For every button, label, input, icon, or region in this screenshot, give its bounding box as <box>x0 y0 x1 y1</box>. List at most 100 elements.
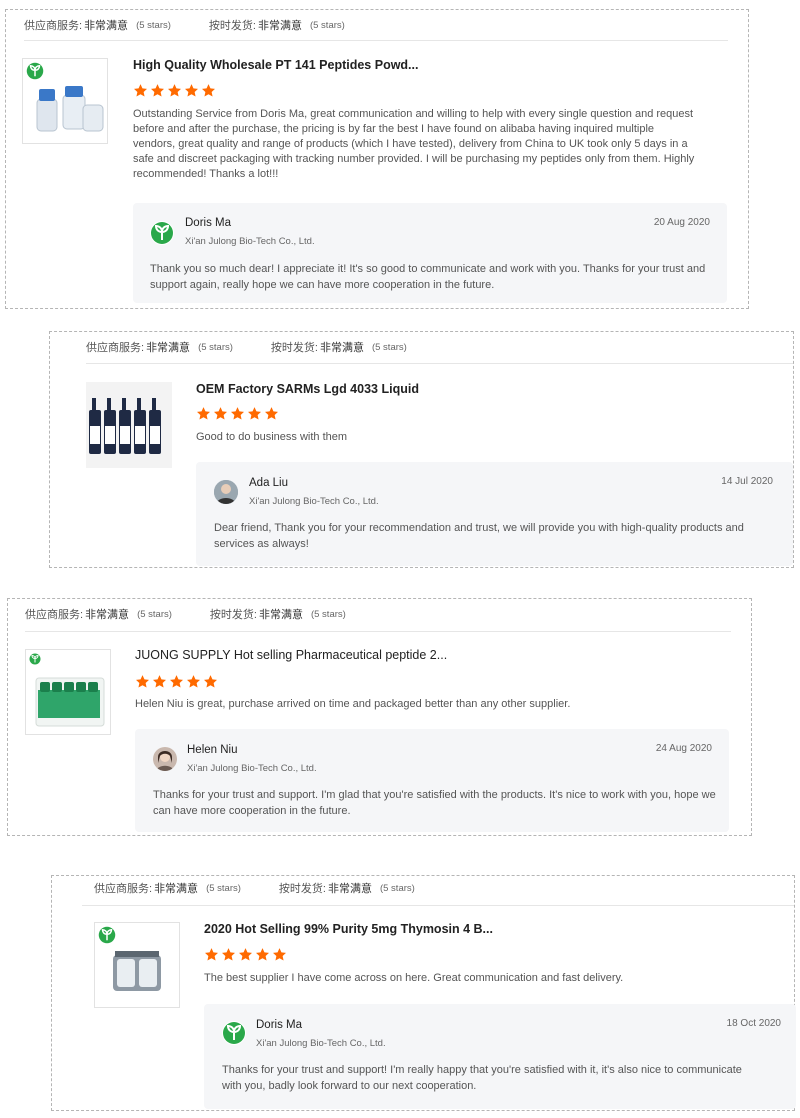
shipping-label: 按时发货: <box>270 342 318 354</box>
on-time-shipping-rating: 按时发货: 非常满意 (5 stars) <box>209 17 345 33</box>
divider <box>25 631 731 632</box>
company-logo-icon <box>150 221 174 245</box>
divider <box>24 40 728 41</box>
service-count: (5 stars) <box>206 882 241 894</box>
divider <box>86 363 793 364</box>
reply-date: 14 Jul 2020 <box>721 476 773 487</box>
vial-box-image-icon <box>29 653 105 727</box>
supplier-service-rating: 供应商服务: 非常满意 (5 stars) <box>25 606 172 622</box>
company-logo-icon <box>222 1021 246 1045</box>
service-label: 供应商服务: <box>86 342 145 354</box>
shipping-label: 按时发货: <box>278 883 326 895</box>
product-thumbnail[interactable] <box>22 58 108 144</box>
reply-date: 24 Aug 2020 <box>655 743 712 754</box>
star-rating <box>135 674 218 689</box>
reply-company: Xi'an Julong Bio-Tech Co., Ltd. <box>249 496 379 507</box>
reply-company: Xi'an Julong Bio-Tech Co., Ltd. <box>187 763 317 774</box>
on-time-shipping-rating: 按时发货: 非常满意 (5 stars) <box>271 339 407 355</box>
service-value: 非常满意 <box>84 20 129 32</box>
star-icon <box>133 83 148 98</box>
shipping-count: (5 stars) <box>309 19 345 31</box>
vial-image-icon <box>26 62 104 132</box>
dropper-bottles-image-icon <box>86 382 172 468</box>
vial-image-icon <box>98 926 161 991</box>
service-value: 非常满意 <box>154 883 199 895</box>
service-label: 供应商服务: <box>24 20 83 32</box>
person-photo-icon <box>153 747 177 771</box>
review-text: The best supplier I have come across on … <box>204 972 624 984</box>
star-rating <box>196 406 279 421</box>
service-value: 非常满意 <box>146 342 191 354</box>
star-icon <box>184 83 199 98</box>
shipping-label: 按时发货: <box>208 20 256 32</box>
star-icon <box>221 947 236 962</box>
shipping-value: 非常满意 <box>319 342 364 354</box>
service-count: (5 stars) <box>136 19 171 31</box>
service-count: (5 stars) <box>198 341 233 353</box>
review-card: 供应商服务: 非常满意 (5 stars) 按时发货: 非常满意 (5 star… <box>7 598 752 836</box>
product-thumbnail[interactable] <box>94 922 180 1008</box>
supplier-service-rating: 供应商服务: 非常满意 (5 stars) <box>24 17 171 33</box>
on-time-shipping-rating: 按时发货: 非常满意 (5 stars) <box>210 606 346 622</box>
seller-reply: Doris Ma Xi'an Julong Bio-Tech Co., Ltd.… <box>204 1004 796 1109</box>
ratings-bar: 供应商服务: 非常满意 (5 stars) 按时发货: 非常满意 (5 star… <box>25 599 751 629</box>
star-icon <box>150 83 165 98</box>
reply-company: Xi'an Julong Bio-Tech Co., Ltd. <box>256 1038 386 1049</box>
reply-author: Doris Ma <box>256 1019 303 1031</box>
avatar <box>222 1021 246 1045</box>
on-time-shipping-rating: 按时发货: 非常满意 (5 stars) <box>279 880 415 896</box>
star-icon <box>167 83 182 98</box>
reply-text: Thank you so much dear! I appreciate it!… <box>150 263 706 291</box>
product-thumbnail[interactable] <box>25 649 111 735</box>
reply-text: Thanks for your trust and support! I'm r… <box>222 1064 742 1092</box>
product-title[interactable]: 2020 Hot Selling 99% Purity 5mg Thymosin… <box>204 922 493 936</box>
service-value: 非常满意 <box>85 609 130 621</box>
product-title[interactable]: High Quality Wholesale PT 141 Peptides P… <box>133 58 418 72</box>
shipping-label: 按时发货: <box>209 609 257 621</box>
service-label: 供应商服务: <box>94 883 153 895</box>
review-card: 供应商服务: 非常满意 (5 stars) 按时发货: 非常满意 (5 star… <box>49 331 794 568</box>
avatar <box>214 480 238 504</box>
ratings-bar: 供应商服务: 非常满意 (5 stars) 按时发货: 非常满意 (5 star… <box>94 873 794 903</box>
reply-text: Thanks for your trust and support. I'm g… <box>153 789 716 817</box>
supplier-service-rating: 供应商服务: 非常满意 (5 stars) <box>94 880 241 896</box>
shipping-value: 非常满意 <box>327 883 372 895</box>
seller-reply: Doris Ma Xi'an Julong Bio-Tech Co., Ltd.… <box>133 203 727 303</box>
shipping-value: 非常满意 <box>257 20 302 32</box>
product-title[interactable]: OEM Factory SARMs Lgd 4033 Liquid <box>196 382 419 396</box>
star-icon <box>230 406 245 421</box>
service-count: (5 stars) <box>137 608 172 620</box>
star-icon <box>204 947 219 962</box>
person-photo-icon <box>214 480 238 504</box>
product-thumbnail[interactable] <box>86 382 172 468</box>
reply-date: 20 Aug 2020 <box>653 217 710 228</box>
supplier-service-rating: 供应商服务: 非常满意 (5 stars) <box>86 339 233 355</box>
review-card: 供应商服务: 非常满意 (5 stars) 按时发货: 非常满意 (5 star… <box>51 873 796 1111</box>
star-icon <box>238 947 253 962</box>
ratings-bar: 供应商服务: 非常满意 (5 stars) 按时发货: 非常满意 (5 star… <box>86 332 793 362</box>
star-icon <box>152 674 167 689</box>
star-icon <box>201 83 216 98</box>
star-icon <box>213 406 228 421</box>
review-text: Outstanding Service from Doris Ma, great… <box>133 108 695 180</box>
star-icon <box>255 947 270 962</box>
reply-author: Ada Liu <box>249 477 289 489</box>
star-icon <box>264 406 279 421</box>
avatar <box>153 747 177 771</box>
reply-text: Dear friend, Thank you for your recommen… <box>214 522 744 550</box>
star-icon <box>196 406 211 421</box>
star-icon <box>247 406 262 421</box>
reply-date: 18 Oct 2020 <box>726 1018 781 1029</box>
shipping-count: (5 stars) <box>371 341 407 353</box>
seller-reply: Helen Niu Xi'an Julong Bio-Tech Co., Ltd… <box>135 729 729 832</box>
star-rating <box>204 947 287 962</box>
review-text: Good to do business with them <box>196 431 348 443</box>
shipping-count: (5 stars) <box>310 608 346 620</box>
shipping-count: (5 stars) <box>379 882 415 894</box>
avatar <box>150 221 174 245</box>
seller-reply: Ada Liu Xi'an Julong Bio-Tech Co., Ltd. … <box>196 462 793 566</box>
star-rating <box>133 83 216 98</box>
product-title[interactable]: JUONG SUPPLY Hot selling Pharmaceutical … <box>135 648 447 662</box>
reply-author: Helen Niu <box>187 744 238 756</box>
star-icon <box>272 947 287 962</box>
